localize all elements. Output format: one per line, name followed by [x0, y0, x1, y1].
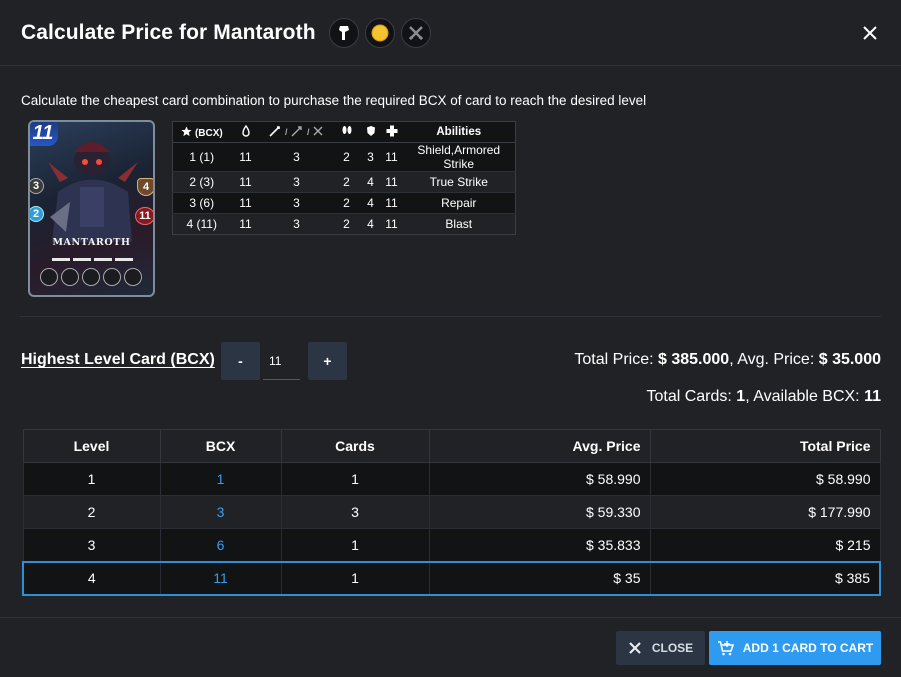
- health-icon: [386, 125, 397, 136]
- monster-art: [48, 142, 138, 242]
- abilities-header: Abilities: [402, 121, 516, 143]
- increase-bcx-button[interactable]: +: [308, 342, 347, 380]
- speed-badge: 2: [30, 206, 44, 222]
- health-header: [380, 121, 403, 143]
- level-bcx-header: (BCX): [172, 121, 231, 143]
- health-badge: 11: [135, 207, 153, 225]
- avg-price-column-header: Avg. Price: [428, 429, 651, 463]
- svg-text:/: /: [285, 127, 288, 137]
- melee-badge: 3: [30, 178, 44, 194]
- card-info-icons: [328, 17, 431, 48]
- cards-summary: Total Cards: 1, Available BCX: 11: [646, 388, 881, 405]
- price-summary: Total Price: $ 385.000, Avg. Price: $ 35…: [574, 351, 881, 368]
- armor-header: [360, 121, 381, 143]
- calculator-description: Calculate the cheapest card combination …: [21, 93, 647, 108]
- stats-row: 1 (1) 11 3 2 3 11 Shield,Armored Strike: [172, 142, 516, 172]
- footer-divider: [0, 617, 901, 618]
- close-icon[interactable]: [859, 22, 881, 44]
- available-bcx-value: 11: [864, 388, 881, 405]
- bcx-link[interactable]: 11: [159, 560, 282, 596]
- total-cards-value: 1: [736, 388, 746, 405]
- bcx-link[interactable]: 6: [159, 528, 282, 562]
- table-row[interactable]: 1 1 1 $ 58.990 $ 58.990: [22, 462, 881, 496]
- no-battle-icon: [400, 17, 431, 48]
- price-calculator-modal: Calculate Price for Mantaroth Calculate …: [0, 0, 901, 677]
- card-image: 11 3 2 4 11 MANTAROTH: [28, 120, 155, 297]
- price-breakdown-table: Level BCX Cards Avg. Price Total Price 1…: [22, 429, 881, 596]
- card-name: MANTAROTH: [52, 237, 131, 248]
- armor-badge: 4: [137, 178, 153, 196]
- total-price-column-header: Total Price: [649, 429, 881, 463]
- svg-text:/: /: [307, 127, 310, 137]
- table-row[interactable]: 2 3 3 $ 59.330 $ 177.990: [22, 495, 881, 529]
- star-icon: [181, 125, 192, 136]
- bcx-link[interactable]: 1: [159, 462, 282, 496]
- neutral-element-icon: [328, 17, 359, 48]
- close-icon: [629, 642, 641, 654]
- gold-edition-icon: [364, 17, 395, 48]
- add-to-cart-button[interactable]: ADD 1 CARD TO CART: [709, 631, 881, 665]
- mana-badge: 11: [30, 122, 58, 146]
- armor-icon: [366, 125, 375, 136]
- bcx-column-header: BCX: [159, 429, 282, 463]
- highest-level-card-label[interactable]: Highest Level Card (BCX): [21, 351, 215, 369]
- speed-icon: [342, 125, 351, 134]
- mana-header: [230, 121, 261, 143]
- card-level-bars: [52, 258, 133, 261]
- level-column-header: Level: [22, 429, 161, 463]
- mana-icon: [241, 124, 250, 137]
- table-row[interactable]: 3 6 1 $ 35.833 $ 215: [22, 528, 881, 562]
- bcx-link[interactable]: 3: [159, 495, 282, 529]
- section-divider: [20, 316, 881, 317]
- attack-header: / /: [260, 121, 333, 143]
- avg-price-value: $ 35.000: [818, 351, 881, 368]
- cards-column-header: Cards: [280, 429, 430, 463]
- stats-row: 3 (6) 11 3 2 4 11 Repair: [172, 192, 516, 214]
- modal-title: Calculate Price for Mantaroth: [21, 20, 316, 44]
- bcx-input[interactable]: [263, 342, 300, 380]
- card-ability-icons: [40, 268, 142, 286]
- card-stats-table: (BCX) / / Abilities 1 (1) 11 3 2 3 11 Sh…: [172, 121, 516, 235]
- modal-header: Calculate Price for Mantaroth: [0, 0, 901, 66]
- table-row-selected[interactable]: 4 11 1 $ 35 $ 385: [22, 560, 881, 596]
- cart-plus-icon: [717, 641, 734, 656]
- stats-row: 4 (11) 11 3 2 4 11 Blast: [172, 213, 516, 235]
- stats-row: 2 (3) 11 3 2 4 11 True Strike: [172, 171, 516, 193]
- decrease-bcx-button[interactable]: -: [221, 342, 260, 380]
- total-price-value: $ 385.000: [658, 351, 730, 368]
- attack-types-icon: / /: [268, 125, 322, 137]
- speed-header: [332, 121, 361, 143]
- close-button[interactable]: CLOSE: [616, 631, 705, 665]
